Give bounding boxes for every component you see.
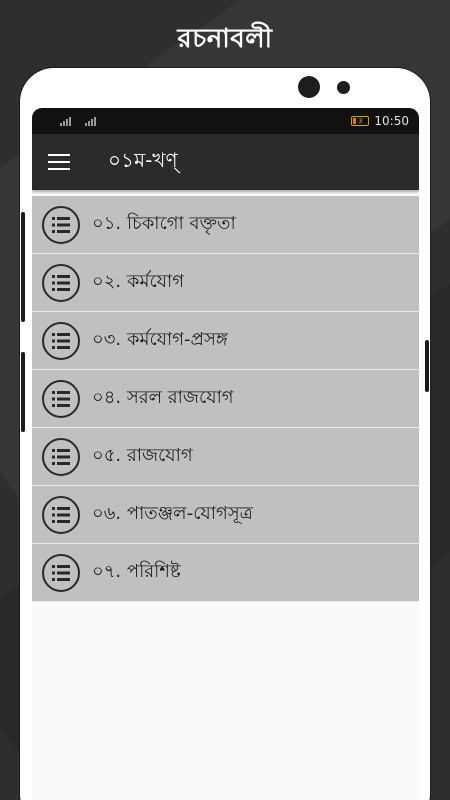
list-icon: [42, 263, 80, 302]
list-icon: [42, 437, 80, 476]
list-item[interactable]: ০৬. পাতঞ্জল-যোগসূত্র: [32, 486, 419, 544]
list-item[interactable]: ০৪. সরল রাজযোগ: [32, 370, 419, 428]
list-icon: [42, 495, 80, 534]
signal-indicators: [60, 116, 96, 126]
list-item-label: ০৬. পাতঞ্জল-যোগসূত্র: [92, 503, 253, 524]
list-item-label: ০৩. কর্মযোগ-প্রসঙ্গ: [92, 329, 228, 350]
list-item-label: ০৫. রাজযোগ: [92, 445, 193, 466]
chapter-list: ০১. চিকাগো বক্তৃতা ০২. কর্মযোগ ০৩. কর্ময…: [32, 196, 419, 602]
list-item-label: ০৪. সরল রাজযোগ: [92, 387, 234, 408]
list-item[interactable]: ০১. চিকাগো বক্তৃতা: [32, 196, 419, 254]
list-icon: [42, 553, 80, 592]
hamburger-menu-icon[interactable]: [48, 154, 70, 170]
phone-side-button: [21, 212, 25, 322]
list-item-label: ০৭. পরিশিষ্ট: [92, 561, 181, 582]
signal-icon: [85, 116, 96, 126]
app-bar: ০১ম-খণ্: [32, 134, 419, 190]
battery-level: 3: [358, 117, 363, 125]
list-item[interactable]: ০৩. কর্মযোগ-প্রসঙ্গ: [32, 312, 419, 370]
list-item[interactable]: ০২. কর্মযোগ: [32, 254, 419, 312]
list-icon: [42, 205, 80, 244]
list-icon: [42, 379, 80, 418]
app-bar-title: ০১ম-খণ্: [108, 147, 178, 172]
status-right: 3 10:50: [351, 114, 409, 128]
list-item-label: ০১. চিকাগো বক্তৃতা: [92, 213, 236, 234]
list-icon: [42, 321, 80, 360]
list-item[interactable]: ০৫. রাজযোগ: [32, 428, 419, 486]
battery-icon: 3: [351, 116, 370, 126]
status-time: 10:50: [374, 114, 409, 128]
list-item[interactable]: ০৭. পরিশিষ্ট: [32, 544, 419, 602]
phone-speaker: [298, 76, 320, 98]
phone-power-button: [425, 340, 429, 392]
phone-screen: 3 10:50 ০১ম-খণ্ ০১. চিকাগো বক্তৃতা ০২. ক…: [32, 108, 419, 800]
status-bar: 3 10:50: [32, 108, 419, 134]
phone-side-button: [21, 352, 25, 432]
list-item-label: ০২. কর্মযোগ: [92, 271, 185, 292]
promo-title: রচনাবলী: [177, 24, 273, 54]
signal-icon: [60, 116, 71, 126]
phone-camera: [337, 81, 350, 94]
